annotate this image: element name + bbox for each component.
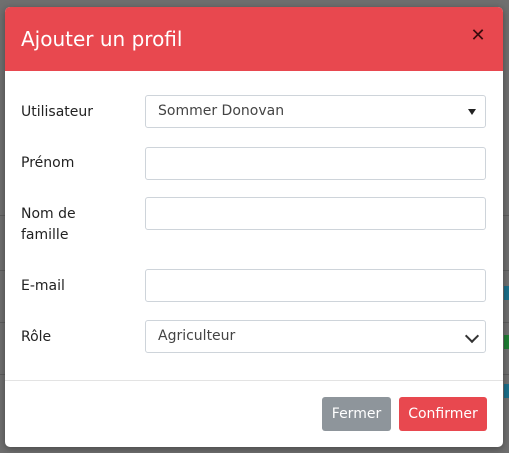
modal-body: Utilisateur Sommer Donovan Prénom Nom de… bbox=[5, 71, 503, 381]
chevron-down-icon bbox=[464, 328, 480, 344]
last-name-field[interactable] bbox=[145, 197, 486, 230]
user-select[interactable]: Sommer Donovan bbox=[145, 95, 486, 128]
close-button[interactable]: Fermer bbox=[322, 397, 391, 431]
role-select[interactable]: Agriculteur bbox=[145, 320, 486, 353]
modal-footer: Fermer Confirmer bbox=[5, 380, 503, 447]
user-label: Utilisateur bbox=[21, 104, 94, 120]
confirm-button[interactable]: Confirmer bbox=[399, 397, 487, 431]
modal-header: Ajouter un profil ✕ bbox=[5, 7, 503, 71]
last-name-label: Nom de famille bbox=[21, 204, 76, 246]
modal-title: Ajouter un profil bbox=[21, 27, 183, 51]
first-name-label: Prénom bbox=[21, 155, 75, 171]
role-label: Rôle bbox=[21, 329, 52, 345]
background-badge bbox=[504, 335, 509, 349]
last-name-input[interactable] bbox=[158, 198, 485, 229]
first-name-input[interactable] bbox=[158, 148, 485, 179]
background-badge bbox=[504, 286, 509, 300]
close-icon[interactable]: ✕ bbox=[469, 26, 487, 46]
last-name-label-line1: Nom de bbox=[21, 206, 76, 222]
background-badge bbox=[504, 384, 509, 398]
email-input[interactable] bbox=[158, 270, 485, 301]
role-select-value: Agriculteur bbox=[158, 328, 236, 344]
caret-down-icon bbox=[468, 109, 476, 115]
email-label: E-mail bbox=[21, 278, 65, 294]
last-name-label-line2: famille bbox=[21, 227, 69, 243]
email-field[interactable] bbox=[145, 269, 486, 302]
user-select-value: Sommer Donovan bbox=[158, 103, 285, 119]
first-name-field[interactable] bbox=[145, 147, 486, 180]
add-profile-modal: Ajouter un profil ✕ Utilisateur Sommer D… bbox=[5, 7, 503, 447]
